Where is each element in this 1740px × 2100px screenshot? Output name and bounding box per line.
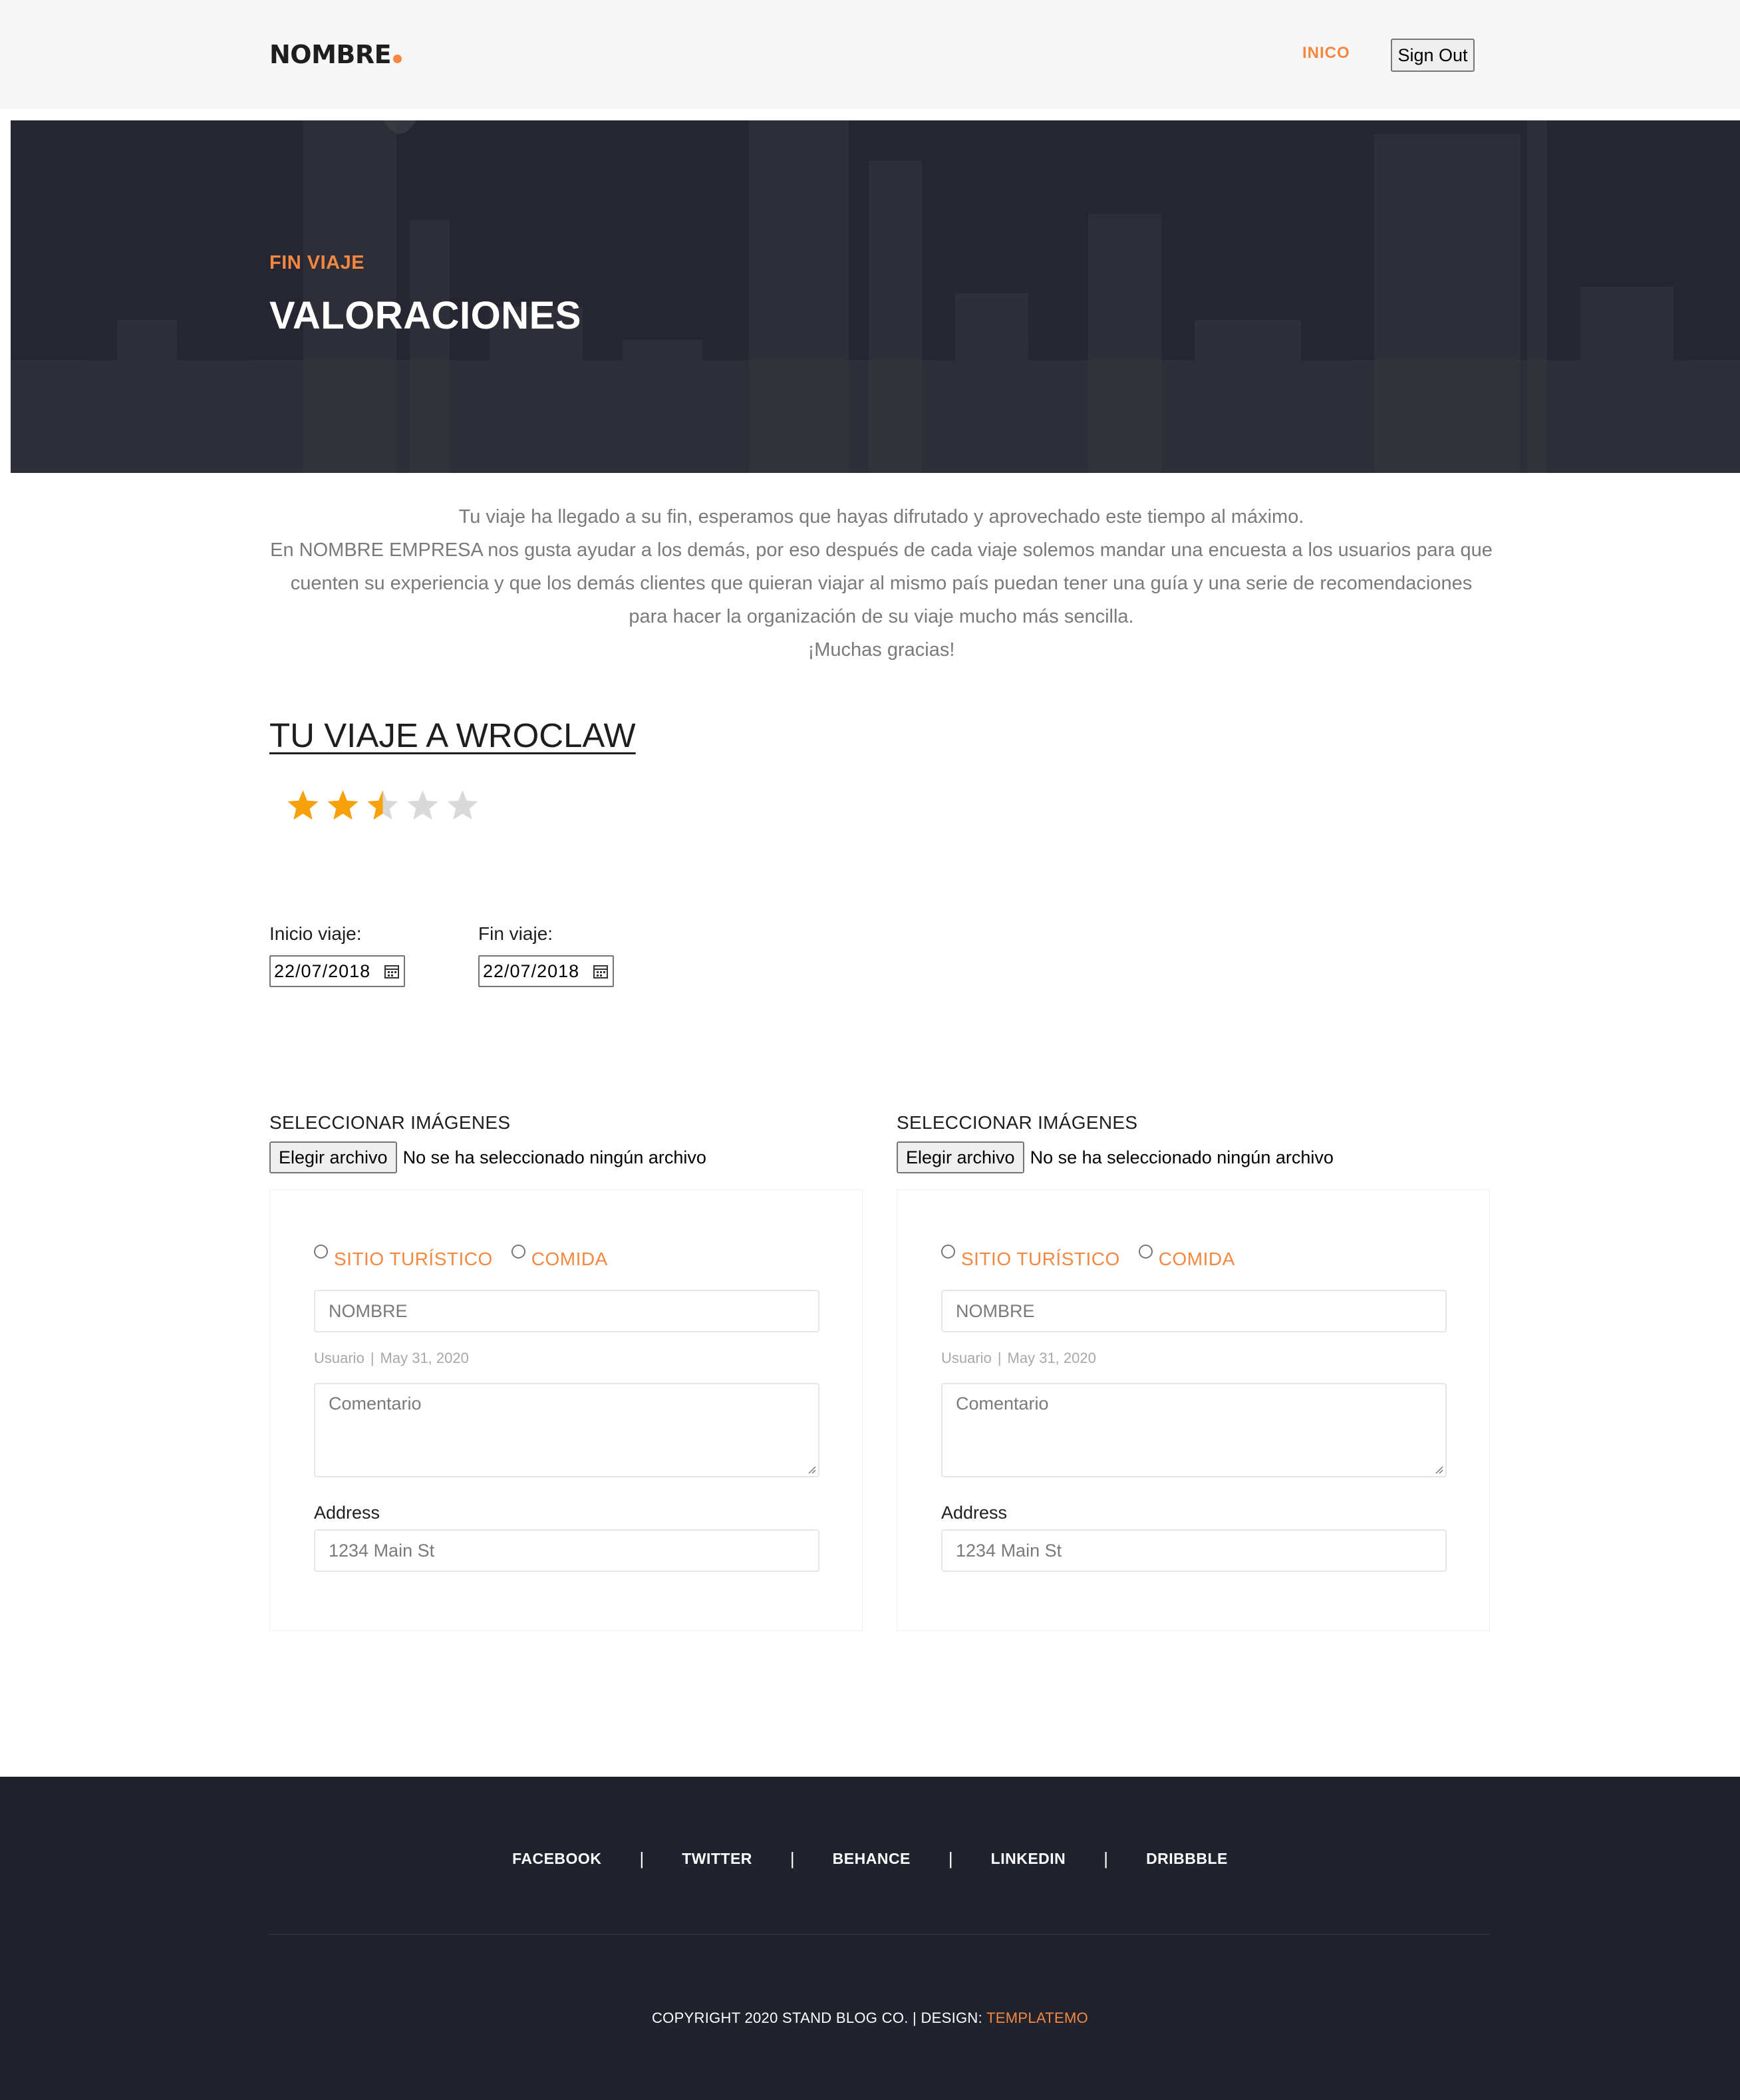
site-header: NOMBRE INICO Sign Out <box>0 0 1740 109</box>
choose-file-button[interactable]: Elegir archivo <box>269 1141 397 1173</box>
comment-placeholder: Comentario <box>329 1394 422 1414</box>
address-label: Address <box>941 1503 1008 1523</box>
end-date-value: 22/07/2018 <box>483 961 580 981</box>
file-upload-title: SELECCIONAR IMÁGENES <box>269 1112 511 1133</box>
radio-label-food[interactable]: COMIDA <box>531 1249 608 1270</box>
design-credit-link[interactable]: TEMPLATEMO <box>986 2010 1088 2026</box>
copyright: COPYRIGHT 2020 STAND BLOG CO. | DESIGN: … <box>0 2010 1740 2027</box>
social-link-linkedin[interactable]: LINKEDIN <box>991 1850 1066 1868</box>
meta-date: May 31, 2020 <box>380 1350 469 1366</box>
start-date-input[interactable]: 22/07/2018 <box>269 955 405 987</box>
star-icon[interactable] <box>286 789 320 823</box>
brand-logo[interactable]: NOMBRE <box>269 40 402 69</box>
intro-text: Tu viaje ha llegado a su fin, esperamos … <box>269 500 1493 667</box>
name-input[interactable]: NOMBRE <box>941 1290 1447 1332</box>
name-placeholder: NOMBRE <box>329 1300 408 1321</box>
comment-textarea[interactable]: Comentario <box>314 1383 819 1477</box>
footer-divider <box>269 1934 1490 1935</box>
address-input[interactable]: 1234 Main St <box>314 1529 819 1572</box>
name-input[interactable]: NOMBRE <box>314 1290 819 1332</box>
trip-title: TU VIAJE A WROCLAW <box>269 716 636 754</box>
social-divider: | <box>639 1849 645 1869</box>
review-column-1: SELECCIONAR IMÁGENES Elegir archivo No s… <box>269 1112 863 1631</box>
social-links: FACEBOOK | TWITTER | BEHANCE | LINKEDIN … <box>0 1849 1740 1869</box>
file-upload-row: Elegir archivo No se ha seleccionado nin… <box>897 1141 1490 1173</box>
meta-date: May 31, 2020 <box>1007 1350 1096 1366</box>
radio-tourist-site[interactable] <box>941 1245 955 1259</box>
star-icon[interactable] <box>406 789 440 823</box>
nav-home-link[interactable]: INICO <box>1302 44 1350 63</box>
start-date-label: Inicio viaje: <box>269 923 362 944</box>
radio-label-tourist-site[interactable]: SITIO TURÍSTICO <box>334 1249 493 1270</box>
brand-dot <box>393 55 402 63</box>
resize-handle-icon[interactable] <box>1434 1465 1443 1474</box>
radio-food[interactable] <box>511 1245 525 1259</box>
copyright-text: COPYRIGHT 2020 STAND BLOG CO. | DESIGN: <box>651 2010 987 2026</box>
start-date-value: 22/07/2018 <box>274 961 371 981</box>
site-footer: FACEBOOK | TWITTER | BEHANCE | LINKEDIN … <box>0 1777 1740 2100</box>
intro-line-2: En NOMBRE EMPRESA nos gusta ayudar a los… <box>270 539 1493 627</box>
radio-label-food[interactable]: COMIDA <box>1159 1249 1235 1270</box>
social-link-twitter[interactable]: TWITTER <box>682 1850 752 1868</box>
star-icon[interactable] <box>446 789 480 823</box>
social-divider: | <box>1103 1849 1109 1869</box>
radio-tourist-site[interactable] <box>314 1245 328 1259</box>
review-card: SITIO TURÍSTICO COMIDA NOMBRE Usuario | Ma… <box>897 1189 1490 1631</box>
hero-banner: FIN VIAJE VALORACIONES <box>11 120 1740 473</box>
brand-name: NOMBRE <box>269 40 392 69</box>
address-label: Address <box>314 1503 380 1523</box>
calendar-icon[interactable] <box>384 963 400 979</box>
radio-label-tourist-site[interactable]: SITIO TURÍSTICO <box>961 1249 1120 1270</box>
intro-line-3: ¡Muchas gracias! <box>807 639 955 661</box>
social-divider: | <box>790 1849 795 1869</box>
end-date-label: Fin viaje: <box>478 923 553 944</box>
star-icon[interactable] <box>366 789 400 823</box>
comment-placeholder: Comentario <box>956 1394 1049 1414</box>
address-placeholder: 1234 Main St <box>329 1540 435 1561</box>
file-upload-row: Elegir archivo No se ha seleccionado nin… <box>269 1141 863 1173</box>
social-divider: | <box>948 1849 953 1869</box>
file-upload-title: SELECCIONAR IMÁGENES <box>897 1112 1138 1133</box>
social-link-facebook[interactable]: FACEBOOK <box>512 1850 601 1868</box>
end-date-input[interactable]: 22/07/2018 <box>478 955 614 987</box>
social-link-behance[interactable]: BEHANCE <box>833 1850 911 1868</box>
review-card: SITIO TURÍSTICO COMIDA NOMBRE Usuario | Ma… <box>269 1189 863 1631</box>
intro-line-1: Tu viaje ha llegado a su fin, esperamos … <box>458 506 1304 527</box>
radio-food[interactable] <box>1138 1245 1153 1259</box>
sign-out-button[interactable]: Sign Out <box>1391 39 1475 72</box>
star-icon[interactable] <box>326 789 360 823</box>
social-link-dribbble[interactable]: DRIBBBLE <box>1146 1850 1228 1868</box>
category-radio-group: SITIO TURÍSTICO COMIDA <box>941 1245 1254 1270</box>
meta-user: Usuario <box>941 1350 992 1366</box>
file-status: No se ha seleccionado ningún archivo <box>402 1147 706 1167</box>
post-meta: Usuario | May 31, 2020 <box>941 1350 1096 1366</box>
comment-textarea[interactable]: Comentario <box>941 1383 1447 1477</box>
file-status: No se ha seleccionado ningún archivo <box>1030 1147 1334 1167</box>
star-rating[interactable] <box>286 789 480 823</box>
name-placeholder: NOMBRE <box>956 1300 1035 1321</box>
address-input[interactable]: 1234 Main St <box>941 1529 1447 1572</box>
review-column-2: SELECCIONAR IMÁGENES Elegir archivo No s… <box>897 1112 1490 1631</box>
address-placeholder: 1234 Main St <box>956 1540 1062 1561</box>
hero-title: VALORACIONES <box>269 294 581 337</box>
choose-file-button[interactable]: Elegir archivo <box>897 1141 1024 1173</box>
resize-handle-icon[interactable] <box>807 1465 816 1474</box>
start-date-group: Inicio viaje: 22/07/2018 <box>269 923 405 987</box>
end-date-group: Fin viaje: 22/07/2018 <box>478 923 614 987</box>
category-radio-group: SITIO TURÍSTICO COMIDA <box>314 1245 627 1270</box>
meta-user: Usuario <box>314 1350 364 1366</box>
calendar-icon[interactable] <box>593 963 609 979</box>
post-meta: Usuario | May 31, 2020 <box>314 1350 469 1366</box>
hero-eyebrow: FIN VIAJE <box>269 252 365 273</box>
